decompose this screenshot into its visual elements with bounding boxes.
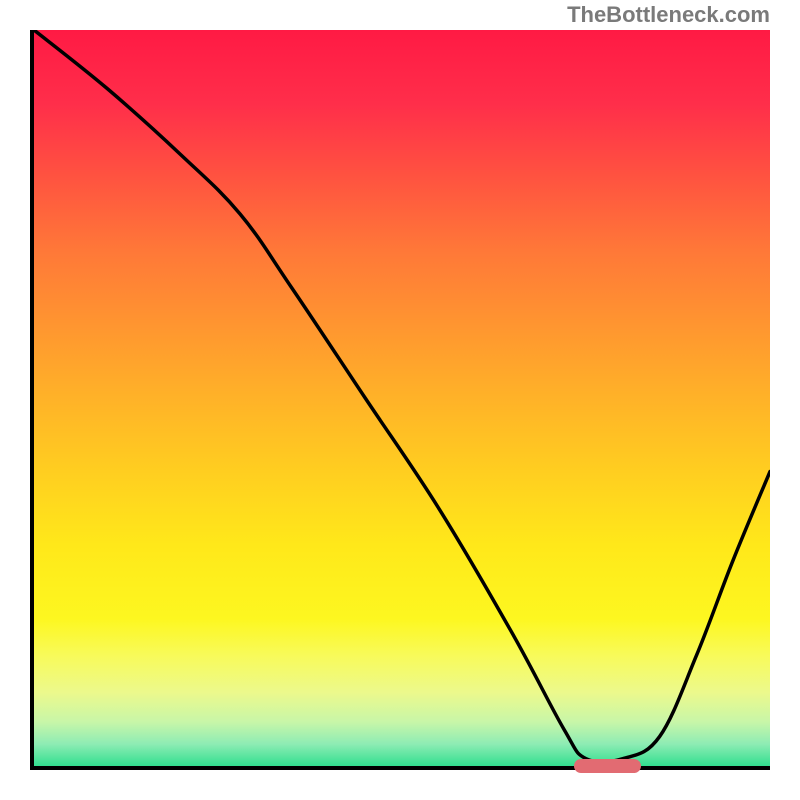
chart-curve-svg <box>34 30 770 766</box>
bottleneck-curve-line <box>34 30 770 762</box>
chart-plot-area <box>30 30 770 770</box>
watermark-text: TheBottleneck.com <box>567 2 770 28</box>
optimal-range-marker <box>574 759 641 773</box>
